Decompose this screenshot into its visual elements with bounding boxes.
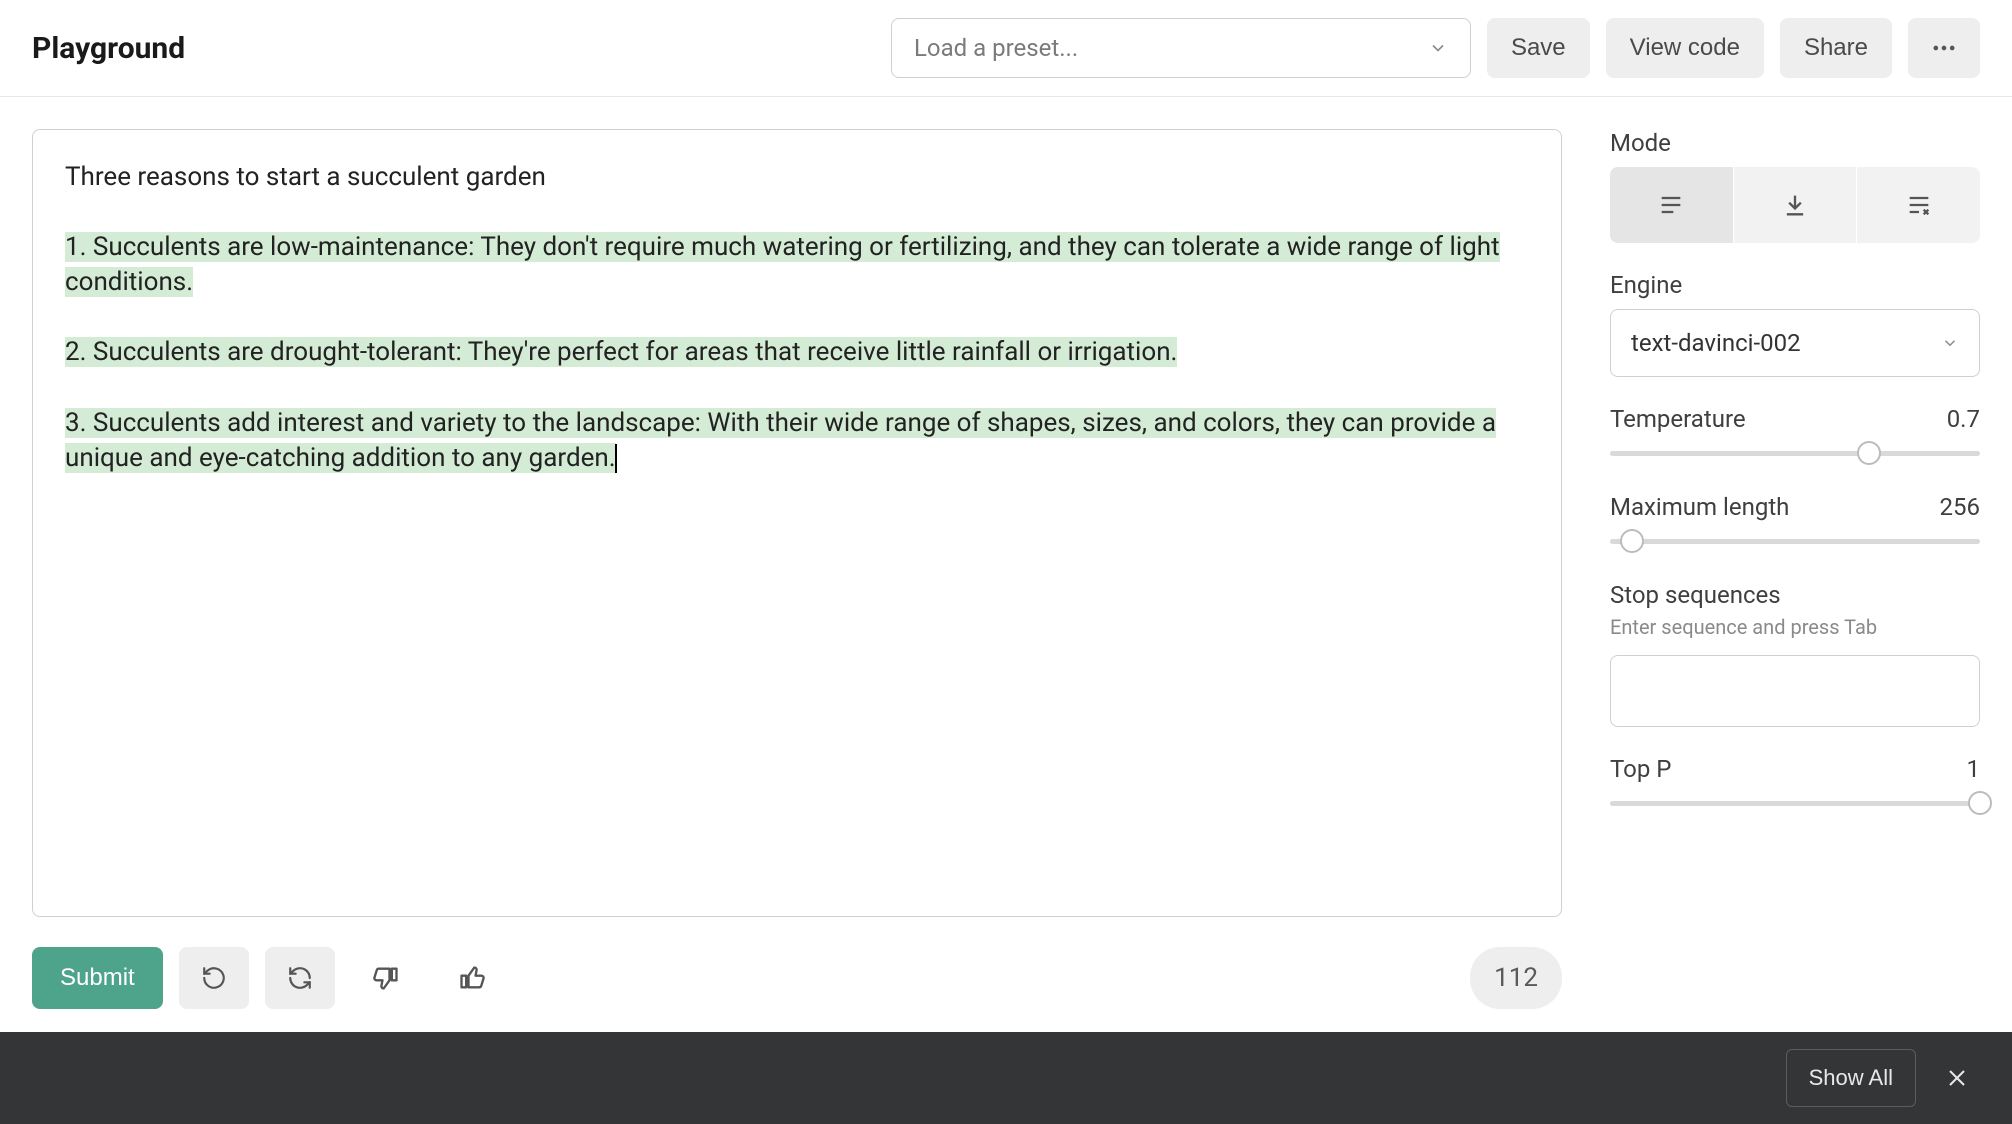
action-bar: Submit 112 (32, 947, 1562, 1009)
completion-line: 1. Succulents are low-maintenance: They … (65, 232, 1500, 297)
refresh-icon (287, 965, 313, 991)
maxlen-section: Maximum length 256 (1610, 493, 1980, 553)
completion-line: 2. Succulents are drought-tolerant: They… (65, 337, 1177, 367)
close-footer-button[interactable] (1928, 1049, 1986, 1107)
preset-placeholder: Load a preset... (914, 34, 1078, 62)
share-button[interactable]: Share (1780, 18, 1892, 78)
show-all-button[interactable]: Show All (1786, 1049, 1916, 1107)
sidebar: Mode Engine text-davinci-002 (1610, 129, 1980, 1009)
slider-thumb[interactable] (1968, 791, 1992, 815)
undo-icon (201, 965, 227, 991)
main: Three reasons to start a succulent garde… (0, 97, 2012, 1041)
engine-label: Engine (1610, 271, 1980, 299)
topp-slider[interactable] (1610, 791, 1980, 815)
maxlen-label: Maximum length (1610, 493, 1789, 521)
topp-label: Top P (1610, 755, 1671, 783)
thumbs-down-button[interactable] (351, 947, 421, 1009)
topp-section: Top P 1 (1610, 755, 1980, 815)
engine-section: Engine text-davinci-002 (1610, 271, 1980, 377)
mode-edit-button[interactable] (1856, 167, 1980, 243)
maxlen-slider[interactable] (1610, 529, 1980, 553)
editor-prompt: Three reasons to start a succulent garde… (65, 162, 546, 192)
temperature-label: Temperature (1610, 405, 1746, 433)
completion-line: 3. Succulents add interest and variety t… (65, 408, 1496, 473)
submit-button[interactable]: Submit (32, 947, 163, 1009)
mode-toggle (1610, 167, 1980, 243)
topp-value: 1 (1967, 755, 1981, 783)
preset-select[interactable]: Load a preset... (891, 18, 1471, 78)
engine-select[interactable]: text-davinci-002 (1610, 309, 1980, 377)
chevron-down-icon (1428, 38, 1448, 58)
text-lines-icon (1657, 191, 1685, 219)
close-icon (1945, 1066, 1969, 1090)
maxlen-value: 256 (1940, 493, 1980, 521)
regenerate-button[interactable] (265, 947, 335, 1009)
mode-complete-button[interactable] (1610, 167, 1733, 243)
editor[interactable]: Three reasons to start a succulent garde… (32, 129, 1562, 917)
insert-icon (1781, 191, 1809, 219)
stop-input[interactable] (1610, 655, 1980, 727)
stop-label: Stop sequences (1610, 581, 1980, 609)
mode-section: Mode (1610, 129, 1980, 243)
thumbs-up-icon (458, 964, 486, 992)
left-column: Three reasons to start a succulent garde… (32, 129, 1562, 1009)
more-button[interactable] (1908, 18, 1980, 78)
undo-button[interactable] (179, 947, 249, 1009)
view-code-button[interactable]: View code (1606, 18, 1764, 78)
thumbs-down-icon (372, 964, 400, 992)
page-title: Playground (32, 31, 185, 66)
temperature-section: Temperature 0.7 (1610, 405, 1980, 465)
mode-insert-button[interactable] (1733, 167, 1857, 243)
ellipsis-icon (1930, 34, 1958, 62)
temperature-value: 0.7 (1947, 405, 1980, 433)
chevron-down-icon (1941, 334, 1959, 352)
footer-bar: Show All (0, 1032, 2012, 1124)
engine-value: text-davinci-002 (1631, 329, 1801, 357)
mode-label: Mode (1610, 129, 1980, 157)
header: Playground Load a preset... Save View co… (0, 0, 2012, 97)
stop-hint: Enter sequence and press Tab (1610, 615, 1980, 639)
edit-lines-icon (1905, 191, 1933, 219)
save-button[interactable]: Save (1487, 18, 1590, 78)
stop-section: Stop sequences Enter sequence and press … (1610, 581, 1980, 727)
text-cursor (615, 444, 617, 473)
slider-thumb[interactable] (1620, 529, 1644, 553)
thumbs-up-button[interactable] (437, 947, 507, 1009)
temperature-slider[interactable] (1610, 441, 1980, 465)
token-count: 112 (1470, 947, 1562, 1009)
slider-thumb[interactable] (1857, 441, 1881, 465)
